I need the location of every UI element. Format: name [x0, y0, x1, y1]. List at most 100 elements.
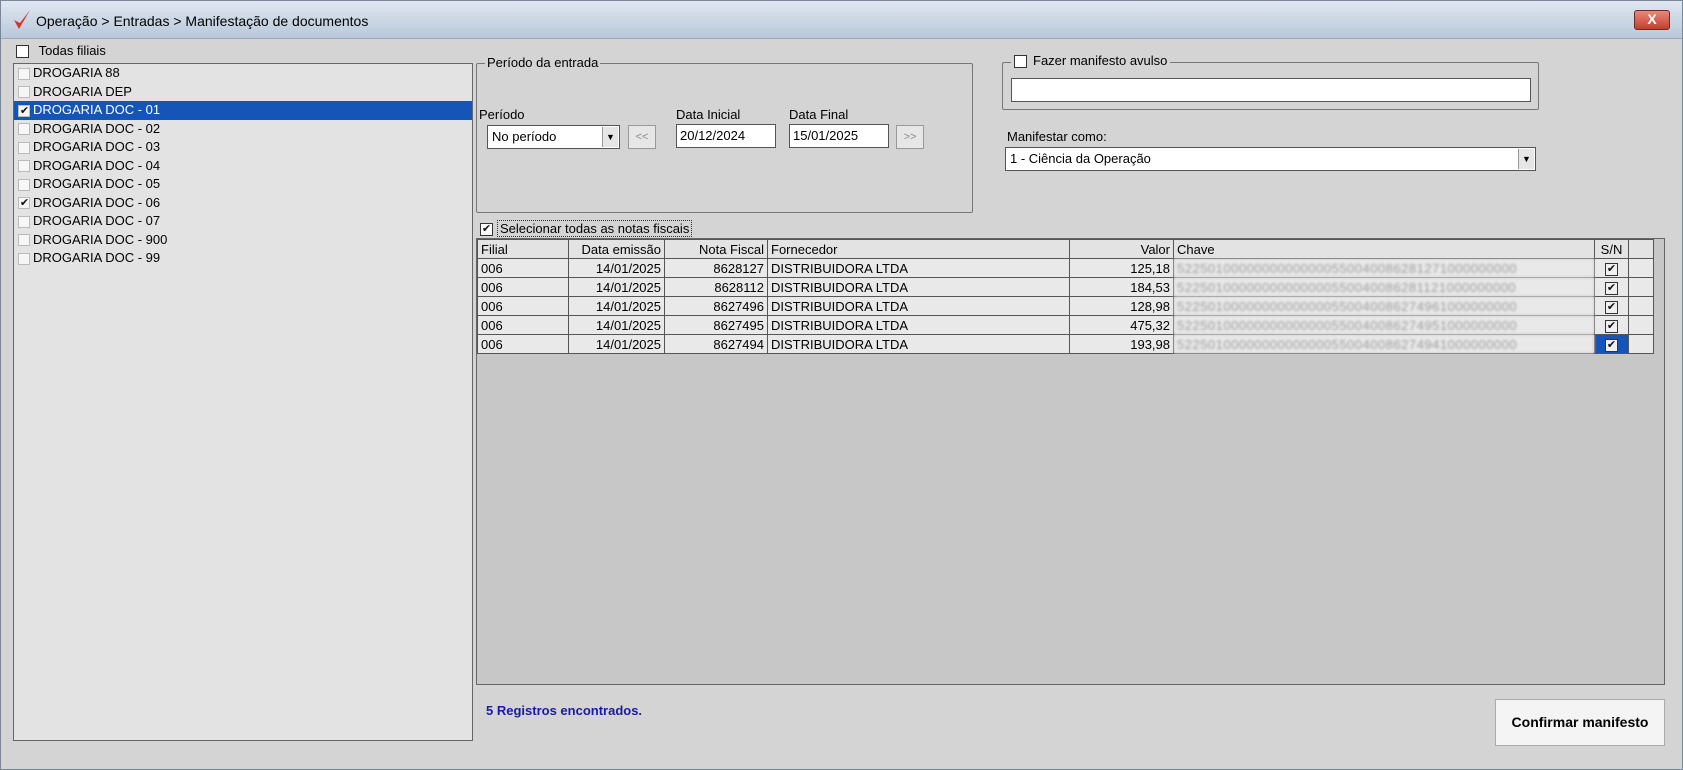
branch-list-item[interactable]: DROGARIA DEP	[14, 83, 472, 102]
branch-checkbox[interactable]	[18, 178, 30, 191]
branch-list[interactable]: DROGARIA 88 DROGARIA DEP DROGARIA DOC - 01…	[13, 63, 473, 741]
period-label: Período	[479, 107, 525, 122]
start-date-field[interactable]: 20/12/2024	[676, 124, 776, 148]
chevron-down-icon[interactable]: ▼	[602, 127, 618, 147]
manifestar-select[interactable]: 1 - Ciência da Operação ▼	[1005, 147, 1536, 171]
cell-sn[interactable]	[1594, 296, 1629, 316]
cell-data: 14/01/2025	[568, 334, 665, 354]
branch-list-item[interactable]: DROGARIA DOC - 06	[14, 194, 472, 213]
select-all-checkbox[interactable]	[480, 223, 493, 237]
branch-label: DROGARIA DOC - 02	[33, 120, 161, 136]
column-header-filial[interactable]: Filial	[477, 239, 569, 259]
cell-data: 14/01/2025	[568, 258, 665, 278]
column-header-valor[interactable]: Valor	[1069, 239, 1174, 259]
avulso-toggle[interactable]: Fazer manifesto avulso	[1011, 53, 1171, 69]
branch-label: DROGARIA DOC - 900	[33, 231, 168, 247]
branch-checkbox[interactable]	[18, 197, 30, 210]
cell-sn[interactable]	[1594, 277, 1629, 297]
column-header-chave[interactable]: Chave	[1173, 239, 1595, 259]
cell-empty	[1628, 334, 1654, 354]
cell-nota: 8628112	[664, 277, 768, 297]
branch-checkbox[interactable]	[18, 141, 30, 154]
branch-list-item[interactable]: DROGARIA DOC - 05	[14, 175, 472, 194]
table-row[interactable]: 006 14/01/2025 8628127 DISTRIBUIDORA LTDA 12…	[477, 258, 1654, 278]
cell-sn[interactable]	[1594, 315, 1629, 335]
avulso-checkbox[interactable]	[1014, 55, 1027, 69]
table-row[interactable]: 006 14/01/2025 8627494 DISTRIBUIDORA LTDA 19…	[477, 334, 1654, 354]
branch-list-item[interactable]: DROGARIA DOC - 99	[14, 249, 472, 268]
sn-checkbox[interactable]	[1605, 319, 1618, 333]
column-header-sn[interactable]: S/N	[1594, 239, 1629, 259]
branch-checkbox[interactable]	[18, 86, 30, 99]
table-row[interactable]: 006 14/01/2025 8627495 DISTRIBUIDORA LTDA 47…	[477, 315, 1654, 335]
branch-label: DROGARIA DOC - 07	[33, 213, 161, 228]
cell-fornecedor: DISTRIBUIDORA LTDA	[767, 258, 1070, 278]
table-header-row: Filial Data emissão Nota Fiscal Forneced…	[477, 239, 1654, 259]
cell-nota: 8627496	[664, 296, 768, 316]
close-button[interactable]: X	[1634, 10, 1670, 30]
branch-label: DROGARIA DOC - 01	[33, 102, 161, 117]
column-header-nota-fiscal[interactable]: Nota Fiscal	[664, 239, 768, 259]
sn-checkbox[interactable]	[1605, 338, 1618, 352]
branch-checkbox[interactable]	[18, 234, 30, 247]
cell-fornecedor: DISTRIBUIDORA LTDA	[767, 334, 1070, 354]
cell-empty	[1628, 315, 1654, 335]
next-period-button[interactable]: >>	[896, 125, 924, 149]
cell-valor: 125,18	[1069, 258, 1174, 278]
cell-empty	[1628, 258, 1654, 278]
cell-chave: 5225010000000000000055004008628112100000…	[1173, 277, 1595, 297]
branch-list-item[interactable]: DROGARIA DOC - 02	[14, 120, 472, 139]
invoices-grid[interactable]: Filial Data emissão Nota Fiscal Forneced…	[476, 238, 1665, 685]
cell-sn[interactable]	[1594, 334, 1629, 354]
cell-chave: 5225010000000000000055004008627496100000…	[1173, 296, 1595, 316]
cell-valor: 193,98	[1069, 334, 1174, 354]
app-checkmark-icon	[14, 10, 30, 29]
sn-checkbox[interactable]	[1605, 281, 1618, 295]
cell-data: 14/01/2025	[568, 296, 665, 316]
cell-data: 14/01/2025	[568, 315, 665, 335]
branch-list-item[interactable]: DROGARIA DOC - 900	[14, 231, 472, 250]
branch-list-item[interactable]: DROGARIA 88	[14, 64, 472, 83]
period-group: Período da entrada Período No período ▼ …	[476, 55, 973, 213]
cell-filial: 006	[477, 258, 569, 278]
cell-sn[interactable]	[1594, 258, 1629, 278]
manifestar-select-value: 1 - Ciência da Operação	[1010, 151, 1151, 166]
sn-checkbox[interactable]	[1605, 300, 1618, 314]
prev-period-button[interactable]: <<	[628, 125, 656, 149]
all-branches-toggle[interactable]: Todas filiais	[16, 43, 106, 59]
cell-valor: 184,53	[1069, 277, 1174, 297]
cell-filial: 006	[477, 296, 569, 316]
branch-checkbox[interactable]	[18, 160, 30, 173]
table-row[interactable]: 006 14/01/2025 8628112 DISTRIBUIDORA LTDA 18…	[477, 277, 1654, 297]
period-select-value: No período	[492, 129, 557, 144]
title-bar[interactable]: Operação > Entradas > Manifestação de do…	[1, 1, 1682, 39]
select-all-toggle[interactable]: Selecionar todas as notas fiscais	[480, 220, 693, 237]
manifestar-label: Manifestar como:	[1007, 129, 1107, 144]
branch-list-item[interactable]: DROGARIA DOC - 04	[14, 157, 472, 176]
branch-label: DROGARIA DOC - 99	[33, 250, 161, 265]
chevron-down-icon[interactable]: ▼	[1518, 149, 1534, 169]
window-title: Operação > Entradas > Manifestação de do…	[36, 13, 369, 29]
avulso-label: Fazer manifesto avulso	[1033, 53, 1168, 68]
branch-list-item[interactable]: DROGARIA DOC - 03	[14, 138, 472, 157]
all-branches-checkbox[interactable]	[16, 45, 29, 59]
confirm-manifest-button[interactable]: Confirmar manifesto	[1495, 699, 1665, 746]
branch-label: DROGARIA DOC - 03	[33, 139, 161, 154]
column-header-data-emissao[interactable]: Data emissão	[568, 239, 665, 259]
table-row[interactable]: 006 14/01/2025 8627496 DISTRIBUIDORA LTDA 12…	[477, 296, 1654, 316]
branch-checkbox[interactable]	[18, 252, 30, 265]
branch-checkbox[interactable]	[18, 104, 30, 117]
period-select[interactable]: No período ▼	[487, 125, 620, 149]
branch-checkbox[interactable]	[18, 215, 30, 228]
main-window: Operação > Entradas > Manifestação de do…	[0, 0, 1683, 770]
start-date-label: Data Inicial	[676, 107, 741, 122]
branch-list-item[interactable]: DROGARIA DOC - 01	[14, 101, 472, 120]
branch-checkbox[interactable]	[18, 123, 30, 136]
end-date-field[interactable]: 15/01/2025	[789, 124, 889, 148]
branch-list-item[interactable]: DROGARIA DOC - 07	[14, 212, 472, 231]
sn-checkbox[interactable]	[1605, 262, 1618, 276]
avulso-key-input[interactable]	[1011, 78, 1531, 102]
column-header-fornecedor[interactable]: Fornecedor	[767, 239, 1070, 259]
branch-label: DROGARIA DOC - 06	[33, 194, 161, 210]
branch-checkbox[interactable]	[18, 67, 30, 80]
